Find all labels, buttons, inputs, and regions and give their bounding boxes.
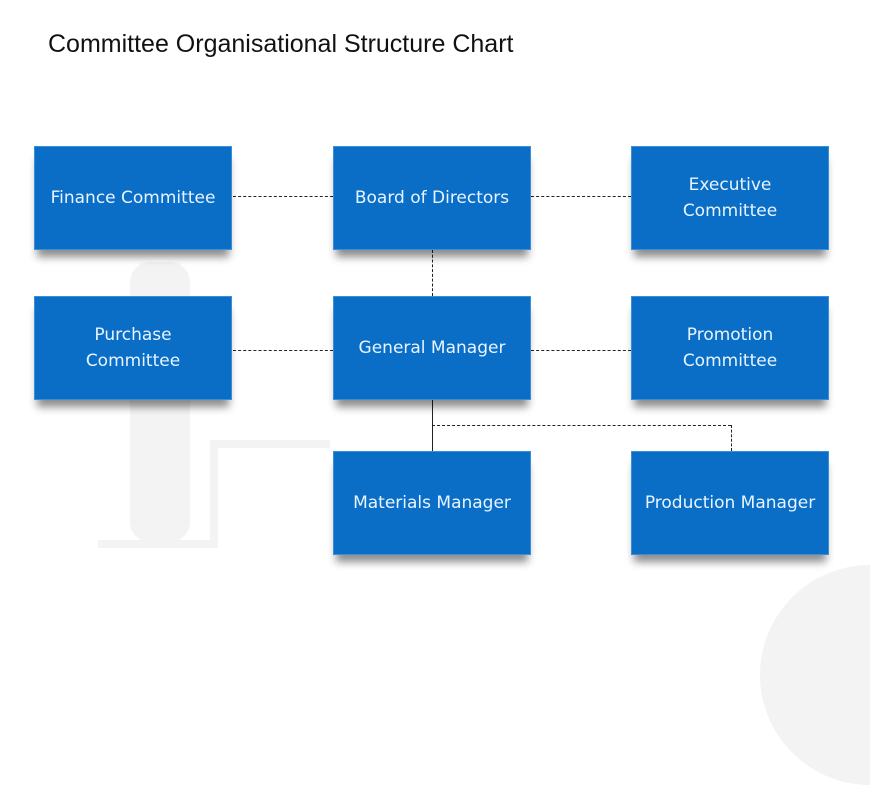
background-stairs xyxy=(98,540,218,548)
node-purchase-committee[interactable]: Purchase Committee xyxy=(34,296,232,400)
node-materials-manager[interactable]: Materials Manager xyxy=(333,451,531,555)
node-finance-committee[interactable]: Finance Committee xyxy=(34,146,232,250)
node-executive-committee[interactable]: Executive Committee xyxy=(631,146,829,250)
node-label: Board of Directors xyxy=(354,188,510,208)
connector-board-finance xyxy=(233,196,333,197)
node-board-of-directors[interactable]: Board of Directors xyxy=(333,146,531,250)
node-label: Executive Committee xyxy=(682,175,778,221)
node-label: Materials Manager xyxy=(353,493,511,513)
connector-gm-promotion xyxy=(531,350,631,351)
connector-gm-production-h xyxy=(432,425,731,426)
background-stairs xyxy=(210,440,330,448)
connector-board-executive xyxy=(531,196,631,197)
background-stairs xyxy=(210,440,218,548)
node-label: Finance Committee xyxy=(50,188,216,208)
node-label: General Manager xyxy=(358,338,506,358)
node-production-manager[interactable]: Production Manager xyxy=(631,451,829,555)
node-general-manager[interactable]: General Manager xyxy=(333,296,531,400)
connector-board-general-manager xyxy=(432,250,433,296)
node-label: Purchase Committee xyxy=(85,325,181,371)
connector-gm-production-v xyxy=(731,425,732,451)
page-title: Committee Organisational Structure Chart xyxy=(48,30,514,58)
node-promotion-committee[interactable]: Promotion Committee xyxy=(631,296,829,400)
background-circle xyxy=(760,565,870,785)
node-label: Promotion Committee xyxy=(682,325,778,371)
node-label: Production Manager xyxy=(644,493,816,513)
connector-gm-purchase xyxy=(233,350,333,351)
